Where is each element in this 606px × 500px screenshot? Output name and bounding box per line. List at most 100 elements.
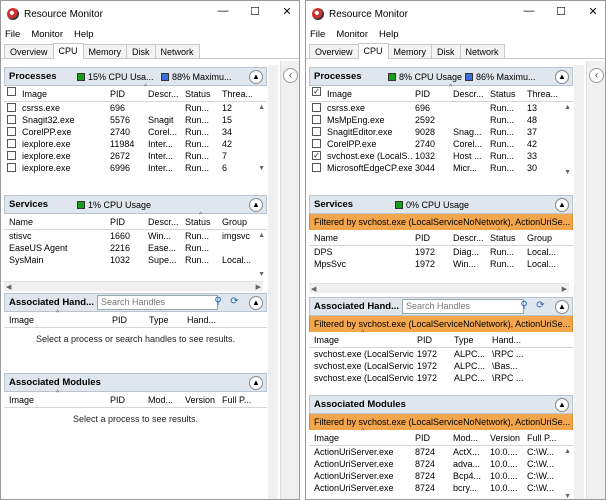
table-row[interactable]: iexplore.exe 6996 Inter... Run... 6 <box>4 162 267 174</box>
column-header-4[interactable]: Group <box>527 233 558 243</box>
filter-bar[interactable]: Filtered by svchost.exe (LocalServiceNoN… <box>309 214 573 230</box>
collapse-graphs-button[interactable]: ‹ <box>589 68 604 83</box>
services-header[interactable]: Services 1% CPU Usage ▲ <box>4 195 267 214</box>
column-header-0[interactable]: Image <box>22 89 107 99</box>
handles-header[interactable]: Associated Hand... Search Handles ⚲ ⟳ ▲ <box>309 297 573 316</box>
row-checkbox[interactable] <box>312 163 321 172</box>
tab-cpu[interactable]: CPU <box>52 43 84 59</box>
horizontal-scrollbar[interactable]: ◀ ▶ <box>309 283 569 293</box>
close-button[interactable]: ✕ <box>279 5 295 18</box>
collapse-section-icon[interactable]: ▲ <box>249 296 263 310</box>
table-row[interactable]: ActionUriServer.exe 8724 adva... 10.0.... C:… <box>309 458 573 470</box>
table-row[interactable]: csrss.exe 696 Run... 12 <box>4 102 267 114</box>
vertical-scrollbar[interactable] <box>268 65 278 499</box>
filter-bar[interactable]: Filtered by svchost.exe (LocalServiceNoN… <box>309 414 573 430</box>
menu-help[interactable]: Help <box>74 29 94 40</box>
table-row[interactable]: ActionUriServer.exe 8724 bcry... 10.0.... C:… <box>309 482 573 494</box>
row-checkbox[interactable] <box>312 103 321 112</box>
select-all-checkbox[interactable] <box>7 87 16 96</box>
column-header-2[interactable]: Descr... <box>453 233 487 243</box>
table-row[interactable]: MpsSvc 1972 Win... Run... Local... <box>309 258 573 270</box>
scroll-up-icon[interactable]: ▲ <box>258 232 265 239</box>
row-checkbox[interactable] <box>312 127 321 136</box>
scroll-right-icon[interactable]: ▶ <box>256 283 261 291</box>
table-row[interactable]: SnagitEditor.exe 9028 Snag... Run... 37 <box>309 126 573 138</box>
menu-file[interactable]: File <box>5 29 20 40</box>
filter-bar[interactable]: Filtered by svchost.exe (LocalServiceNoN… <box>309 316 573 332</box>
column-header-3[interactable]: Status <box>185 89 219 99</box>
scroll-down-icon[interactable]: ▼ <box>258 165 265 172</box>
refresh-icon[interactable]: ⟳ <box>228 296 241 309</box>
column-header-1[interactable]: PID <box>415 233 450 243</box>
tab-network[interactable]: Network <box>154 44 200 58</box>
row-checkbox[interactable] <box>7 115 16 124</box>
tab-network[interactable]: Network <box>459 44 505 58</box>
table-row[interactable]: DPS 1972 Diag... Run... Local... <box>309 246 573 258</box>
scroll-up-icon[interactable]: ▲ <box>258 104 265 111</box>
column-header-4[interactable]: Full P... <box>527 433 558 443</box>
column-header-1[interactable]: PID <box>110 89 145 99</box>
row-checkbox[interactable] <box>7 139 16 148</box>
search-handles-input[interactable]: Search Handles <box>97 295 218 310</box>
table-row[interactable]: ActionUriServer.exe 8724 ActX... 10.0.... C:… <box>309 446 573 458</box>
scroll-down-icon[interactable]: ▼ <box>564 493 571 499</box>
row-checkbox[interactable] <box>7 103 16 112</box>
column-header-2[interactable]: Mod... <box>453 433 487 443</box>
table-row[interactable]: stisvc 1660 Win... Run... imgsvc <box>4 230 267 242</box>
scroll-right-icon[interactable]: ▶ <box>562 285 567 293</box>
modules-header[interactable]: Associated Modules ▲ <box>4 373 267 392</box>
column-header-4[interactable]: Threa... <box>527 89 558 99</box>
table-row[interactable]: CorelPP.exe 2740 Corel... Run... 34 <box>4 126 267 138</box>
menu-monitor[interactable]: Monitor <box>31 29 63 40</box>
column-header-2[interactable]: Descr... <box>453 89 487 99</box>
table-row[interactable]: svchost.exe (LocalService...1972 ALPC... \… <box>309 360 573 372</box>
column-header-4[interactable]: Threa... <box>222 89 252 99</box>
collapse-section-icon[interactable]: ▲ <box>555 300 569 314</box>
row-checkbox[interactable] <box>7 151 16 160</box>
column-header-1[interactable]: PID <box>112 315 146 325</box>
column-header-3[interactable]: Status <box>490 89 524 99</box>
collapse-section-icon[interactable]: ▲ <box>249 198 263 212</box>
refresh-icon[interactable]: ⟳ <box>534 300 547 313</box>
scroll-up-icon[interactable]: ▲ <box>564 448 571 455</box>
table-row[interactable]: MsMpEng.exe 2592 Run... 48 <box>309 114 573 126</box>
select-all-checkbox[interactable]: ✓ <box>312 87 321 96</box>
collapse-section-icon[interactable]: ▲ <box>249 376 263 390</box>
column-header-3[interactable]: Hand... <box>492 335 558 345</box>
column-header-2[interactable]: Type <box>149 315 184 325</box>
collapse-section-icon[interactable]: ▲ <box>555 198 569 212</box>
scroll-left-icon[interactable]: ◀ <box>311 285 316 293</box>
tab-overview[interactable]: Overview <box>309 44 359 58</box>
column-header-1[interactable]: PID <box>417 335 451 345</box>
handles-header[interactable]: Associated Hand... Search Handles ⚲ ⟳ ▲ <box>4 293 267 312</box>
menu-help[interactable]: Help <box>379 29 399 40</box>
tab-memory[interactable]: Memory <box>82 44 128 58</box>
minimize-button[interactable]: — <box>215 5 231 17</box>
table-row[interactable]: EaseUS Agent 2216 Ease... Run... <box>4 242 267 254</box>
table-row[interactable]: iexplore.exe 2672 Inter... Run... 7 <box>4 150 267 162</box>
vertical-scrollbar[interactable] <box>574 65 584 499</box>
scroll-up-icon[interactable]: ▲ <box>564 104 571 111</box>
table-row[interactable]: ActionUriServer.exe 8724 Bcp4... 10.0.... C:… <box>309 470 573 482</box>
tab-disk[interactable]: Disk <box>126 44 156 58</box>
column-header-2[interactable]: Descr... <box>148 89 182 99</box>
scroll-down-icon[interactable]: ▼ <box>564 169 571 176</box>
scroll-left-icon[interactable]: ◀ <box>6 283 11 291</box>
row-checkbox[interactable] <box>7 127 16 136</box>
row-checkbox[interactable] <box>312 115 321 124</box>
tab-memory[interactable]: Memory <box>387 44 433 58</box>
menu-monitor[interactable]: Monitor <box>336 29 368 40</box>
table-row[interactable]: csrss.exe 696 Run... 13 <box>309 102 573 114</box>
table-row[interactable]: MicrosoftEdgeCP.exe 3044 Micr... Run... 30 <box>309 162 573 174</box>
column-header-1[interactable]: PID <box>415 433 450 443</box>
table-row[interactable]: Snagit32.exe 5576 Snagit Run... 15 <box>4 114 267 126</box>
menu-file[interactable]: File <box>310 29 325 40</box>
maximize-button[interactable]: ☐ <box>247 5 263 18</box>
row-checkbox[interactable] <box>312 139 321 148</box>
search-icon[interactable]: ⚲ <box>212 296 224 308</box>
column-header-3[interactable]: Version <box>185 395 219 405</box>
tab-disk[interactable]: Disk <box>431 44 461 58</box>
collapse-graphs-button[interactable]: ‹ <box>283 68 298 83</box>
search-icon[interactable]: ⚲ <box>518 300 530 312</box>
collapse-section-icon[interactable]: ▲ <box>555 398 569 412</box>
